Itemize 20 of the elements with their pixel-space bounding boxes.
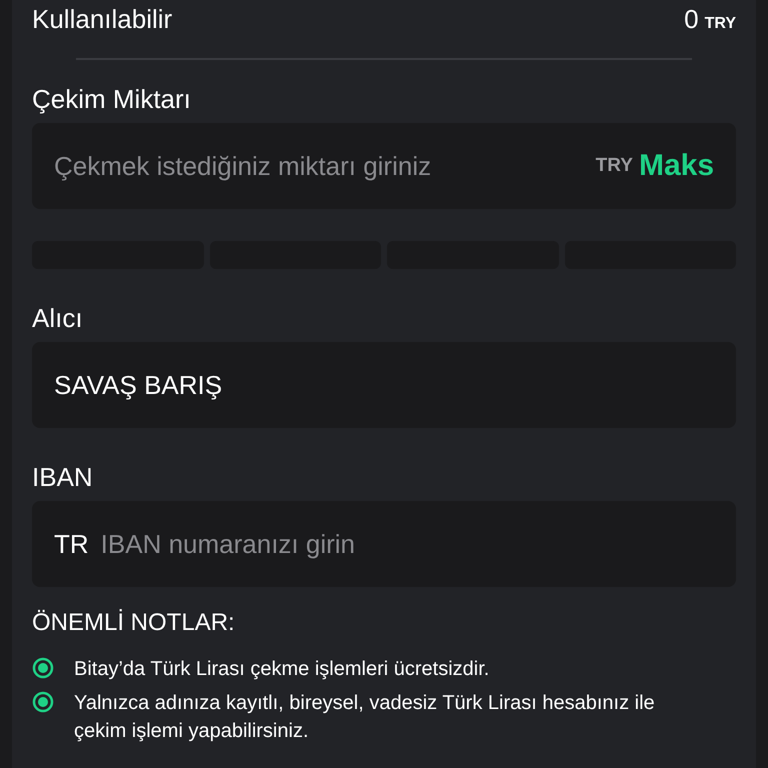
- max-button[interactable]: Maks: [638, 149, 714, 183]
- available-label: Kullanılabilir: [32, 4, 172, 35]
- note-text: Yalnızca adınıza kayıtlı, bireysel, vadesiz Türk Lirası hesabınız ile çekim işlemi yapabilirsiniz.: [74, 691, 656, 744]
- recipient-label: Alıcı: [32, 303, 84, 334]
- iban-placeholder: IBAN numaranızı girin: [100, 528, 356, 560]
- bullet-icon: [32, 691, 54, 713]
- amount-field[interactable]: Çekmek istediğiniz miktarı giriniz TRY Maks: [32, 123, 736, 209]
- currency-label: TRY: [596, 155, 633, 177]
- recipient-field[interactable]: SAVAŞ BARIŞ: [32, 342, 736, 428]
- available-currency: TRY: [704, 15, 736, 33]
- note-text: Bitay’da Türk Lirası çekme işlemleri ücretsizdir.: [74, 657, 490, 682]
- recipient-value: SAVAŞ BARIŞ: [54, 370, 224, 400]
- bullet-icon: [32, 657, 54, 679]
- iban-prefix: TR: [54, 528, 89, 560]
- amount-label: Çekim Miktarı: [32, 84, 192, 115]
- notes-title: ÖNEMLİ NOTLAR:: [32, 609, 236, 637]
- iban-field[interactable]: TR IBAN numaranızı girin: [32, 501, 736, 587]
- available-amount: 0: [684, 4, 699, 35]
- iban-label: IBAN: [32, 462, 94, 493]
- amount-placeholder: Çekmek istediğiniz miktarı giriniz: [54, 150, 432, 182]
